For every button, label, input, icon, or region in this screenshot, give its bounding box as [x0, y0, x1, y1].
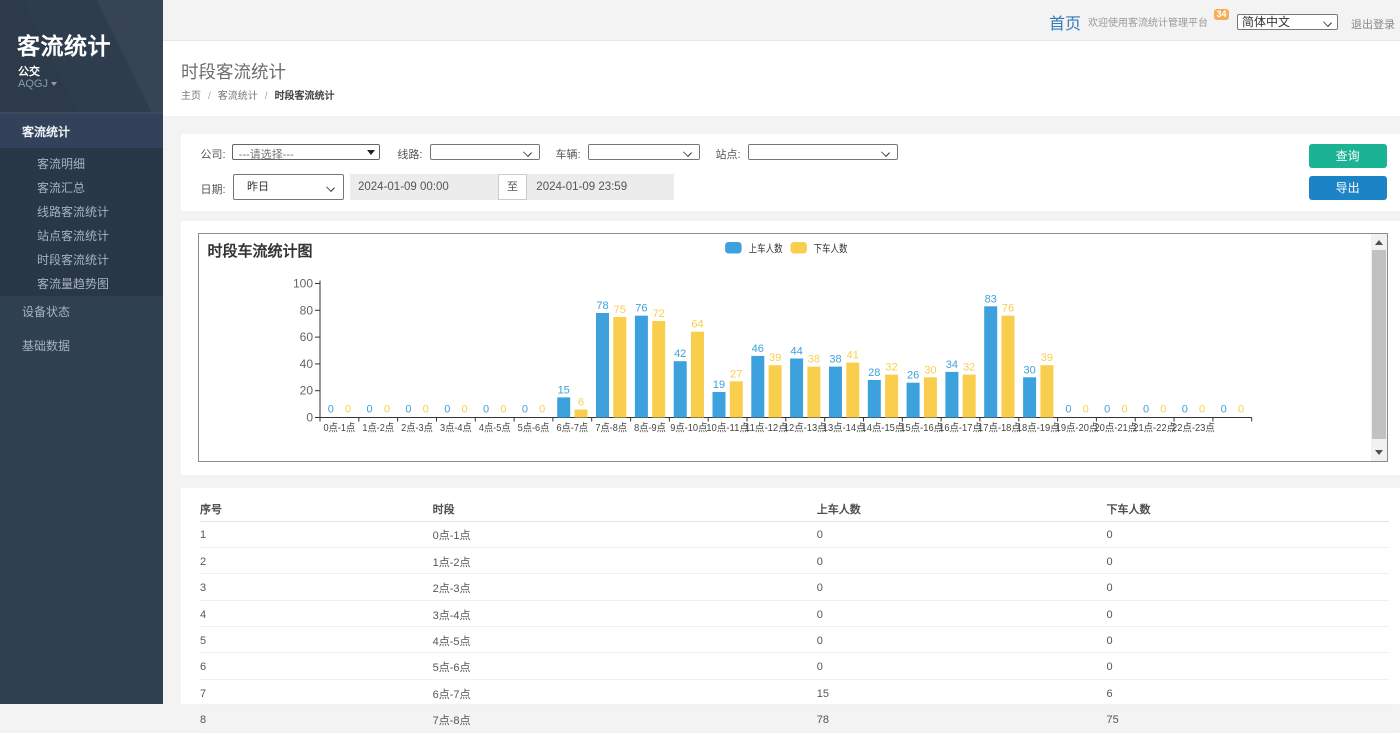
svg-text:42: 42 — [674, 348, 686, 360]
svg-text:80: 80 — [299, 303, 313, 317]
svg-text:19: 19 — [712, 379, 724, 391]
svg-text:16点-17点: 16点-17点 — [939, 422, 982, 434]
svg-text:27: 27 — [730, 368, 742, 380]
svg-text:20点-21点: 20点-21点 — [1094, 422, 1137, 434]
svg-text:0: 0 — [1082, 404, 1088, 416]
svg-text:14点-15点: 14点-15点 — [861, 422, 904, 434]
svg-text:0: 0 — [383, 404, 389, 416]
svg-text:30: 30 — [924, 364, 936, 376]
svg-text:34: 34 — [945, 359, 957, 371]
svg-text:28: 28 — [868, 367, 880, 379]
svg-text:100: 100 — [292, 277, 312, 291]
svg-text:83: 83 — [984, 293, 996, 305]
svg-text:39: 39 — [1040, 352, 1052, 364]
svg-text:0: 0 — [345, 404, 351, 416]
svg-text:9点-10点: 9点-10点 — [670, 422, 707, 434]
svg-text:72: 72 — [652, 308, 664, 320]
svg-text:30: 30 — [1023, 364, 1035, 376]
svg-text:15: 15 — [557, 384, 569, 396]
svg-text:4点-5点: 4点-5点 — [478, 422, 510, 434]
svg-text:0: 0 — [539, 404, 545, 416]
svg-text:41: 41 — [846, 350, 858, 362]
svg-text:1点-2点: 1点-2点 — [362, 422, 394, 434]
svg-text:22点-23点: 22点-23点 — [1172, 422, 1215, 434]
svg-text:38: 38 — [829, 354, 841, 366]
svg-text:0: 0 — [461, 404, 467, 416]
svg-text:21点-22点: 21点-22点 — [1133, 422, 1176, 434]
svg-text:上车人数: 上车人数 — [748, 242, 782, 255]
svg-text:7点-8点: 7点-8点 — [595, 422, 627, 434]
svg-text:38: 38 — [807, 354, 819, 366]
svg-text:0: 0 — [1104, 404, 1110, 416]
svg-text:6: 6 — [577, 397, 583, 409]
svg-text:10点-11点: 10点-11点 — [706, 422, 749, 434]
svg-text:0: 0 — [500, 404, 506, 416]
svg-text:0: 0 — [1142, 404, 1148, 416]
svg-text:0: 0 — [1160, 404, 1166, 416]
svg-text:39: 39 — [768, 352, 780, 364]
svg-text:76: 76 — [1001, 303, 1013, 315]
svg-text:8点-9点: 8点-9点 — [634, 422, 666, 434]
svg-text:0: 0 — [1121, 404, 1127, 416]
svg-text:0: 0 — [306, 411, 313, 425]
svg-text:60: 60 — [299, 330, 313, 344]
svg-text:0: 0 — [422, 404, 428, 416]
svg-text:20: 20 — [299, 384, 313, 398]
svg-text:12点-13点: 12点-13点 — [783, 422, 826, 434]
svg-text:0: 0 — [1237, 404, 1243, 416]
svg-text:17点-18点: 17点-18点 — [978, 422, 1021, 434]
svg-text:64: 64 — [691, 319, 703, 331]
svg-text:32: 32 — [885, 362, 897, 374]
svg-text:15点-16点: 15点-16点 — [900, 422, 943, 434]
svg-text:76: 76 — [635, 303, 647, 315]
svg-text:32: 32 — [963, 362, 975, 374]
svg-text:18点-19点: 18点-19点 — [1016, 422, 1059, 434]
svg-text:5点-6点: 5点-6点 — [517, 422, 549, 434]
svg-text:44: 44 — [790, 346, 802, 358]
svg-text:3点-4点: 3点-4点 — [440, 422, 472, 434]
svg-text:下车人数: 下车人数 — [813, 242, 847, 255]
svg-text:6点-7点: 6点-7点 — [556, 422, 588, 434]
svg-text:0: 0 — [444, 404, 450, 416]
svg-text:78: 78 — [596, 300, 608, 312]
svg-text:0点-1点: 0点-1点 — [323, 422, 355, 434]
svg-text:40: 40 — [299, 357, 313, 371]
svg-text:0: 0 — [1065, 404, 1071, 416]
svg-text:0: 0 — [405, 404, 411, 416]
svg-text:0: 0 — [1220, 404, 1226, 416]
svg-text:46: 46 — [751, 343, 763, 355]
svg-text:0: 0 — [483, 404, 489, 416]
svg-text:0: 0 — [521, 404, 527, 416]
svg-text:19点-20点: 19点-20点 — [1055, 422, 1098, 434]
svg-text:0: 0 — [366, 404, 372, 416]
svg-text:2点-3点: 2点-3点 — [401, 422, 433, 434]
svg-text:0: 0 — [327, 404, 333, 416]
svg-text:26: 26 — [906, 370, 918, 382]
svg-text:13点-14点: 13点-14点 — [822, 422, 865, 434]
svg-text:11点-12点: 11点-12点 — [745, 422, 788, 434]
svg-text:0: 0 — [1199, 404, 1205, 416]
svg-text:0: 0 — [1181, 404, 1187, 416]
svg-text:75: 75 — [613, 304, 625, 316]
